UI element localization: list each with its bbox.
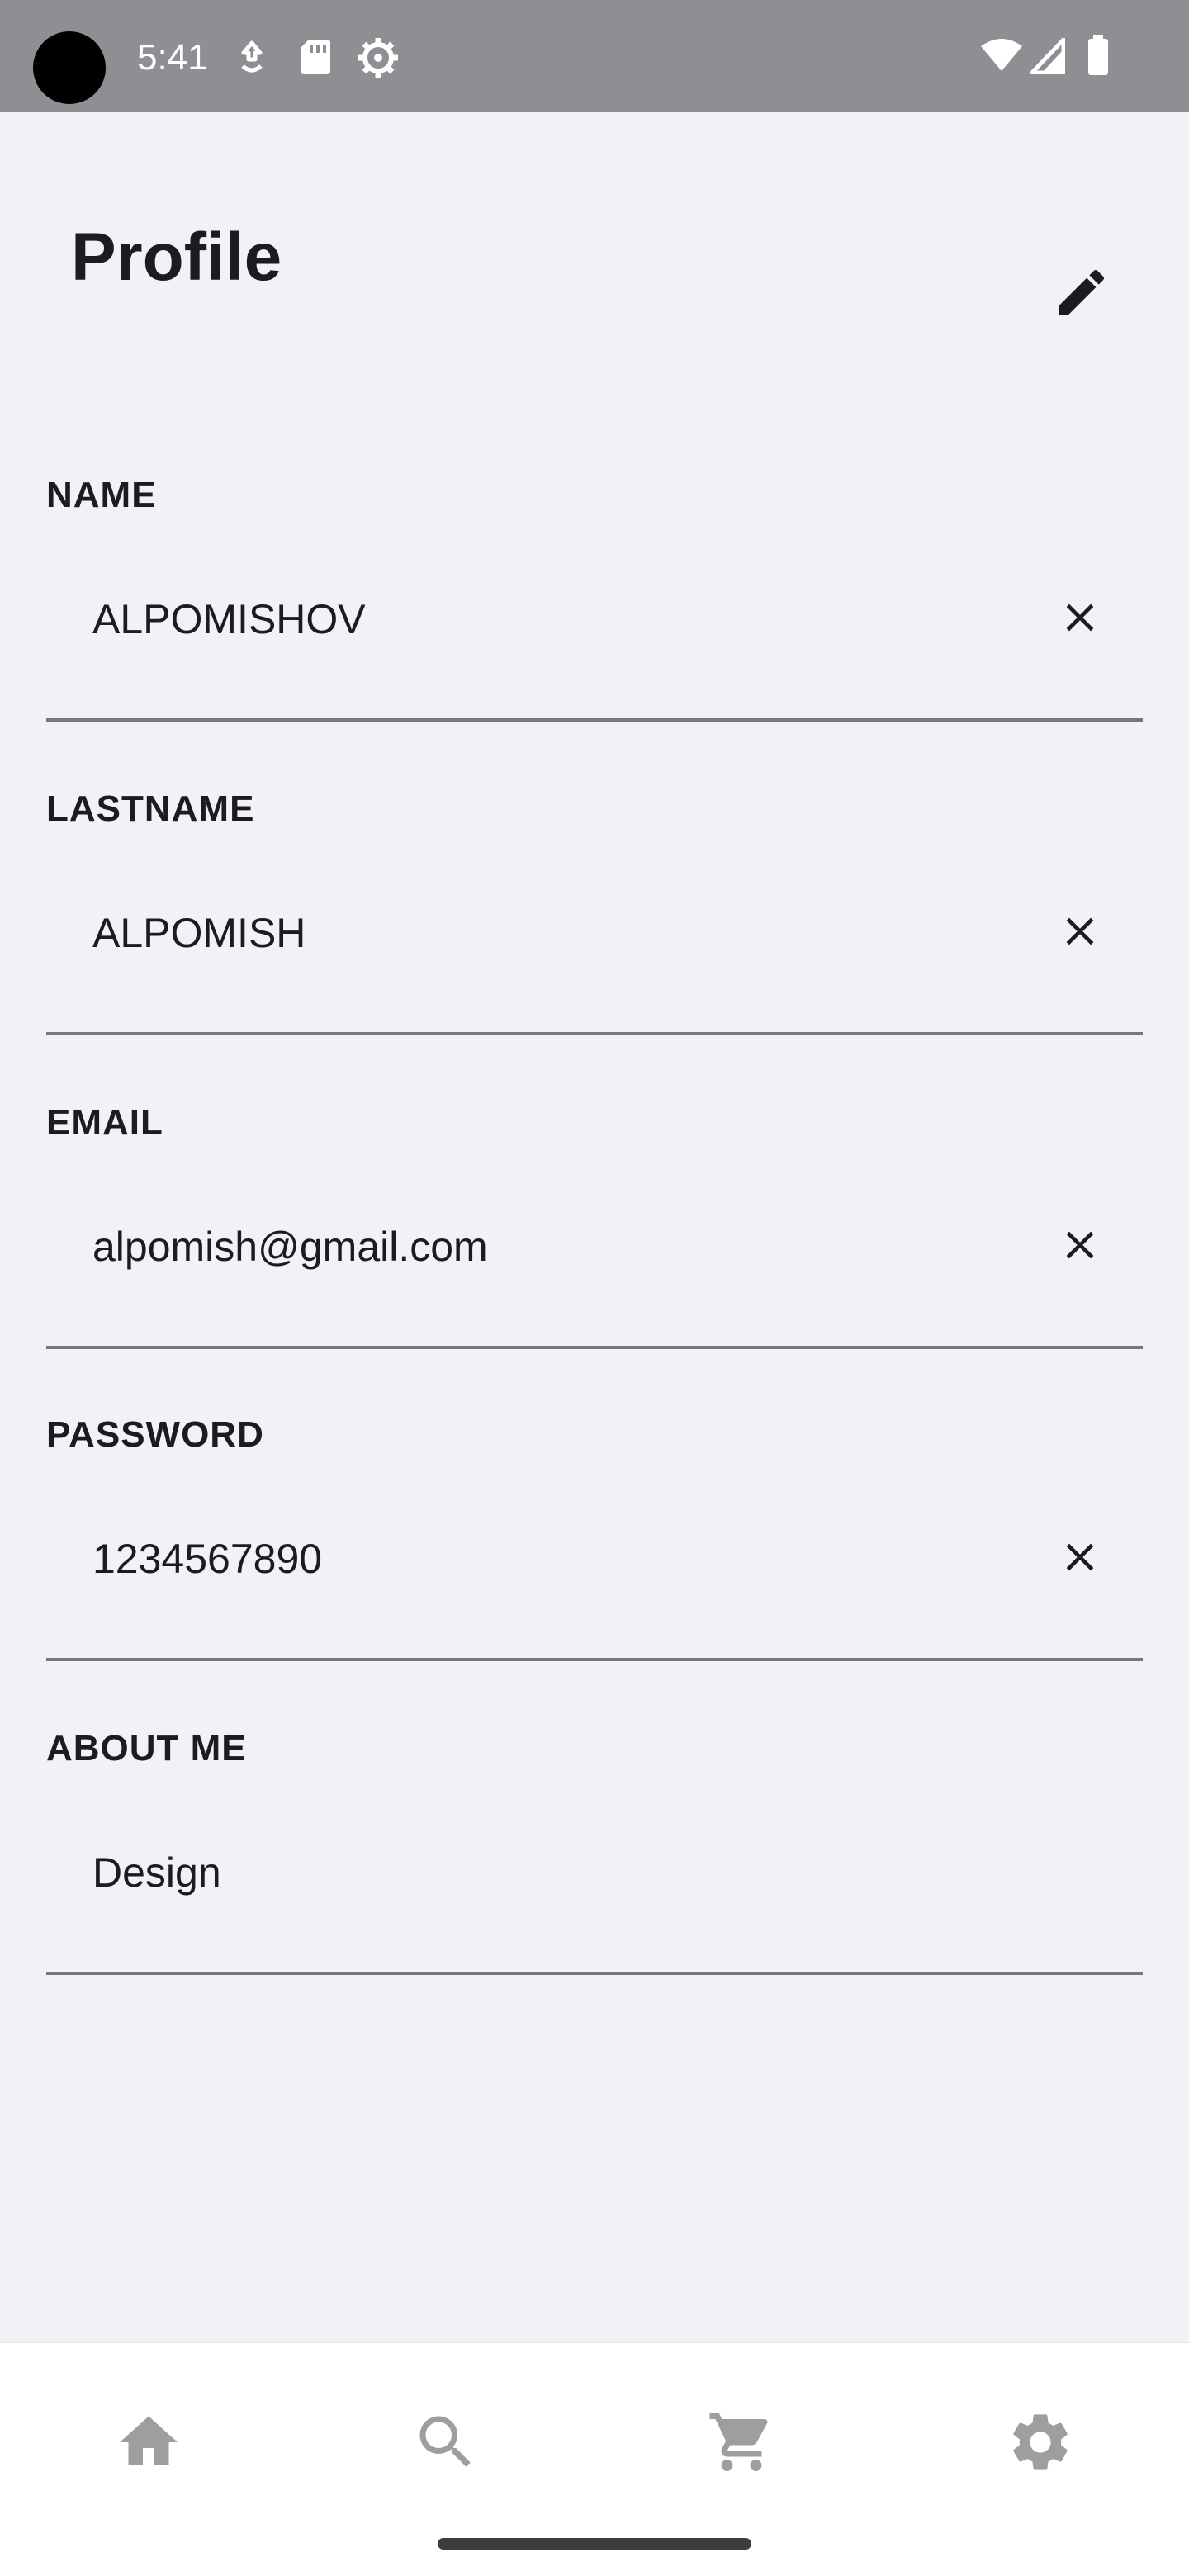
close-icon	[1066, 917, 1094, 945]
status-time: 5:41	[137, 37, 208, 78]
data-saver-icon	[238, 40, 266, 76]
close-icon	[1066, 604, 1094, 632]
home-indicator[interactable]	[438, 2538, 751, 2550]
bottom-navigation	[0, 2342, 1189, 2576]
password-underline	[46, 1658, 1143, 1661]
password-clear-button[interactable]	[1039, 1516, 1121, 1598]
lastname-input[interactable]	[92, 900, 984, 966]
lastname-clear-button[interactable]	[1039, 890, 1121, 973]
email-input[interactable]	[92, 1214, 984, 1280]
name-label: NAME	[46, 475, 157, 515]
cart-icon	[709, 2413, 768, 2471]
email-label: EMAIL	[46, 1102, 163, 1143]
nav-search[interactable]	[396, 2393, 495, 2492]
nav-settings[interactable]	[991, 2393, 1090, 2492]
nav-cart[interactable]	[692, 2393, 791, 2492]
edit-profile-button[interactable]	[1042, 253, 1121, 332]
email-field: EMAIL	[46, 1100, 1143, 1413]
name-field: NAME	[46, 472, 1143, 786]
profile-screen: 5:41 Profile NAME LASTNA	[0, 0, 1189, 2576]
home-icon	[120, 2416, 178, 2465]
about-me-input[interactable]	[92, 1840, 984, 1906]
battery-icon	[1087, 35, 1110, 76]
wifi-icon	[979, 38, 1024, 73]
password-input[interactable]	[92, 1526, 984, 1592]
name-clear-button[interactable]	[1039, 576, 1121, 659]
about-me-label: ABOUT ME	[46, 1728, 247, 1769]
lastname-field: LASTNAME	[46, 786, 1143, 1100]
search-icon	[419, 2416, 471, 2467]
password-label: PASSWORD	[46, 1414, 264, 1455]
settings-gear-icon	[357, 36, 400, 79]
password-field: PASSWORD	[46, 1412, 1143, 1726]
pencil-icon	[1059, 269, 1105, 315]
nav-home[interactable]	[99, 2393, 198, 2492]
about-me-underline	[46, 1972, 1143, 1975]
cellular-signal-icon	[1030, 38, 1065, 74]
email-clear-button[interactable]	[1039, 1204, 1121, 1286]
name-underline	[46, 718, 1143, 722]
page-title: Profile	[71, 220, 282, 295]
name-input[interactable]	[92, 586, 984, 652]
close-icon	[1066, 1543, 1094, 1571]
camera-cutout	[33, 31, 106, 104]
lastname-underline	[46, 1032, 1143, 1035]
lastname-label: LASTNAME	[46, 788, 255, 829]
close-icon	[1066, 1231, 1094, 1259]
status-bar: 5:41	[0, 0, 1189, 112]
settings-icon	[1013, 2414, 1068, 2470]
sd-card-icon	[299, 38, 332, 76]
about-me-field: ABOUT ME	[46, 1726, 1143, 2039]
email-underline	[46, 1346, 1143, 1349]
